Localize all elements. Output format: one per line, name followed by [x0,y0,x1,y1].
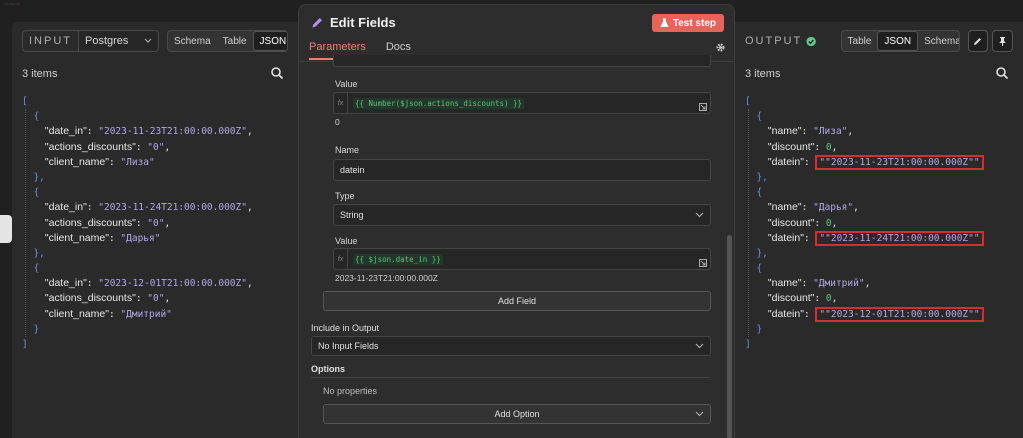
expand-icon[interactable] [699,103,707,111]
input-view-tabs: Schema Table JSON [166,30,288,52]
json-row: "datein": ""2023-12-01T21:00:00.000Z"" [745,306,1013,322]
highlighted-value: ""2023-11-23T21:00:00.000Z"" [815,154,984,170]
add-field-button[interactable]: Add Field [323,291,711,311]
input-panel: INPUT Postgres Schema Table JSON 3 items… [12,22,298,438]
type-select-value: String [340,210,364,220]
no-properties-text: No properties [323,386,378,396]
value-result: 0 [335,117,340,127]
add-option-label: Add Option [494,409,540,419]
pencil-icon [974,37,982,45]
include-output-label: Include in Output [311,323,380,333]
value-expression-input[interactable]: fx {{ Number($json.actions_discounts) }} [333,92,711,114]
json-row: "date_in": "2023-11-24T21:00:00.000Z", [44,201,253,214]
expand-icon[interactable] [699,259,707,267]
json-row: "discount": 0, [767,216,838,229]
include-output-value: No Input Fields [318,341,379,351]
edit-fields-panel: Edit Fields Test step Parameters Docs Va… [298,4,735,438]
json-row: "client_name": "Лиза" [44,155,155,168]
chevron-down-icon [695,212,704,218]
highlighted-value: ""2023-12-01T21:00:00.000Z"" [815,306,984,322]
name-label: Name [335,145,360,155]
options-label: Options [311,364,345,374]
input-tab-json[interactable]: JSON [252,31,287,51]
input-json-view: [ { "date_in": "2023-11-23T21:00:00.000Z… [22,94,288,352]
value-label-2: Value [335,236,358,246]
success-check-icon [806,36,817,46]
canvas-background: ~~~ [4,0,21,10]
input-tab-table[interactable]: Table [217,31,253,51]
type-select[interactable]: String [333,204,711,226]
previous-type-select[interactable] [333,55,711,67]
output-items-count: 3 items [745,68,781,80]
panel-title: Edit Fields [330,15,396,30]
expression-text: {{ $json.date_in }} [353,253,443,265]
input-tab-schema[interactable]: Schema [168,31,217,51]
type-label: Type [335,191,355,201]
value-result-2: 2023-11-23T21:00:00.000Z [335,273,438,283]
input-source-select[interactable]: Postgres [79,31,158,51]
search-icon[interactable] [995,66,1009,80]
input-source-box: INPUT Postgres [22,30,159,52]
json-row: "name": "Дмитрий", [767,277,871,290]
input-items-count: 3 items [22,68,58,80]
output-view-tabs: Table JSON Schema [840,30,960,52]
json-row: "discount": 0, [767,292,838,305]
fx-icon: fx [334,249,348,269]
include-output-select[interactable]: No Input Fields [311,336,711,356]
pin-icon [999,36,1006,46]
value-label: Value [335,79,358,89]
flask-icon [660,18,669,27]
pin-output-button[interactable] [992,30,1013,52]
field-name-input[interactable]: datein [333,159,711,181]
json-row: "actions_discounts": "0", [44,216,171,229]
json-row: "discount": 0, [767,140,838,153]
json-row: "date_in": "2023-11-23T21:00:00.000Z", [44,125,253,138]
value-expression-input-2[interactable]: fx {{ $json.date_in }} [333,248,711,270]
output-tab-json[interactable]: JSON [877,31,919,51]
output-tab-schema[interactable]: Schema [918,31,959,51]
chevron-down-icon [695,411,704,417]
output-tab-table[interactable]: Table [842,31,878,51]
input-source-value: Postgres [85,35,129,47]
fx-icon: fx [334,93,348,113]
json-row: "name": "Лиза", [767,125,854,138]
json-row: "actions_discounts": "0", [44,140,171,153]
json-row: "actions_discounts": "0", [44,292,171,305]
json-row: "client_name": "Дмитрий" [44,307,172,320]
output-panel: OUTPUT Table JSON Schema 3 items [ { "na… [735,22,1023,438]
expression-text: {{ Number($json.actions_discounts) }} [353,97,525,109]
chevron-down-icon [695,343,704,349]
gear-icon[interactable] [715,42,726,53]
output-json-view: [ { "name": "Лиза", "discount": 0, "date… [745,94,1013,352]
pencil-icon [312,18,322,28]
input-label: INPUT [23,31,79,51]
json-row: "client_name": "Дарья" [44,231,161,244]
search-icon[interactable] [270,66,284,80]
test-step-label: Test step [672,17,716,29]
json-row: "datein": ""2023-11-23T21:00:00.000Z"" [745,154,1013,170]
json-row: "date_in": "2023-12-01T21:00:00.000Z", [44,277,253,290]
side-drag-handle[interactable] [0,215,12,243]
panel-scrollbar[interactable] [727,235,732,438]
output-label: OUTPUT [745,35,803,47]
test-step-button[interactable]: Test step [651,14,724,32]
edit-output-button[interactable] [967,30,989,52]
json-row: "name": "Дарья", [767,201,859,214]
chevron-down-icon [144,38,152,43]
json-row: "datein": ""2023-11-24T21:00:00.000Z"" [745,230,1013,246]
highlighted-value: ""2023-11-24T21:00:00.000Z"" [815,230,984,246]
divider [311,377,710,378]
add-option-button[interactable]: Add Option [323,404,711,424]
